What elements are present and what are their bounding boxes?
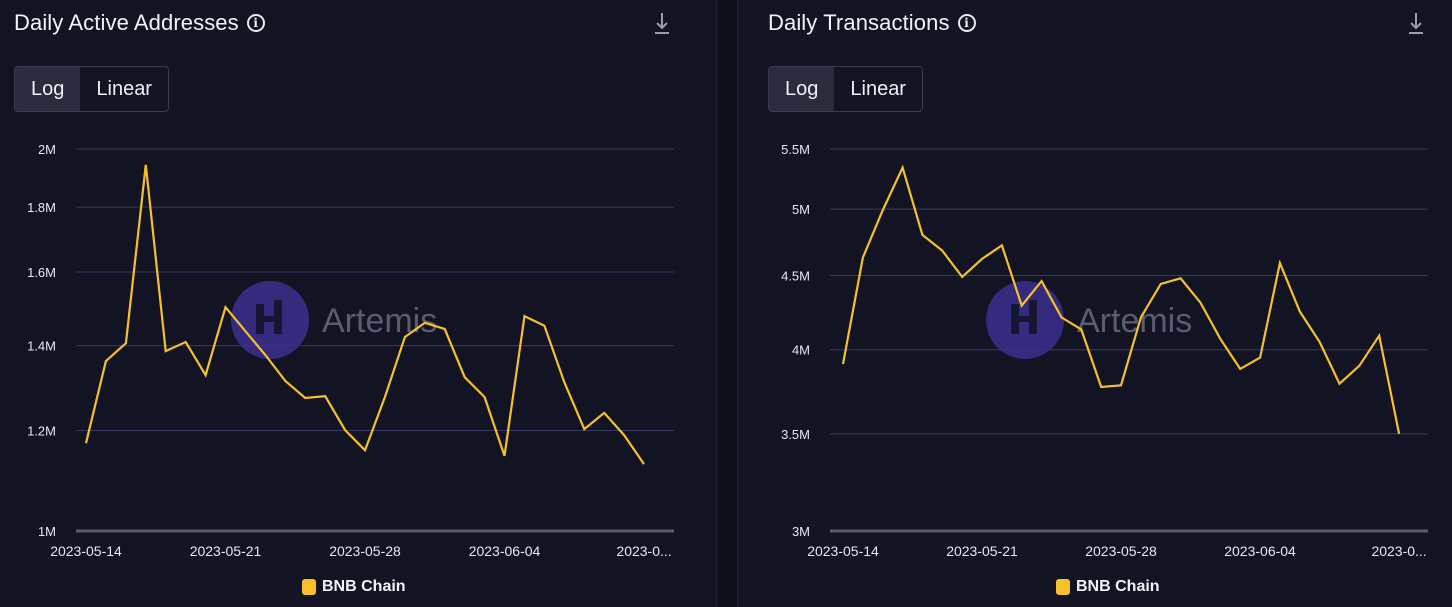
x-tick-label: 2023-0... xyxy=(616,543,671,559)
line-chart: 3M 3.5M 4M 4.5M 5M 5.5M Artemis 2023-05-14 2023-… xyxy=(781,142,1428,559)
x-tick-label: 2023-05-21 xyxy=(190,543,262,559)
legend-item[interactable]: BNB Chain xyxy=(302,578,406,596)
legend-label: BNB Chain xyxy=(322,578,406,595)
legend-swatch xyxy=(1056,579,1070,595)
y-tick-label: 5M xyxy=(792,202,810,217)
x-tick-label: 2023-05-14 xyxy=(50,543,122,559)
watermark-logo-mark xyxy=(256,316,282,322)
x-tick-label: 2023-06-04 xyxy=(1224,543,1296,559)
panel-daily-active-addresses: Daily Active Addresses i Log Linear 1M 1.… xyxy=(0,0,716,607)
y-tick-label: 1.8M xyxy=(27,200,56,215)
y-tick-label: 3M xyxy=(792,524,810,539)
y-tick-label: 1.4M xyxy=(27,339,56,354)
y-tick-label: 4.5M xyxy=(781,268,810,283)
x-tick-label: 2023-06-04 xyxy=(469,543,541,559)
x-tick-label: 2023-05-28 xyxy=(329,543,401,559)
series-line-bnb-chain xyxy=(841,164,1401,435)
y-tick-label: 5.5M xyxy=(781,142,810,157)
panel-divider xyxy=(716,0,738,607)
y-tick-label: 3.5M xyxy=(781,427,810,442)
x-tick-label: 2023-0... xyxy=(1371,543,1426,559)
watermark-text: Artemis xyxy=(1077,302,1192,340)
legend-swatch xyxy=(302,579,316,595)
y-tick-label: 2M xyxy=(38,142,56,157)
y-tick-label: 1M xyxy=(38,524,56,539)
y-tick-label: 4M xyxy=(792,343,810,358)
watermark-text: Artemis xyxy=(322,302,437,340)
legend-item[interactable]: BNB Chain xyxy=(1056,578,1160,596)
x-tick-label: 2023-05-14 xyxy=(807,543,879,559)
artemis-watermark: Artemis xyxy=(231,281,437,359)
legend-label: BNB Chain xyxy=(1076,578,1160,595)
panel-daily-transactions: Daily Transactions i Log Linear 3M 3.5M 4M… xyxy=(738,0,1452,607)
x-tick-label: 2023-05-21 xyxy=(946,543,1018,559)
y-tick-label: 1.2M xyxy=(27,424,56,439)
y-tick-label: 1.6M xyxy=(27,265,56,280)
watermark-logo-mark xyxy=(1011,316,1037,322)
x-tick-label: 2023-05-28 xyxy=(1085,543,1157,559)
line-chart: 1M 1.2M 1.4M 1.6M 1.8M 2M Artemis 2023-05-14 202… xyxy=(27,142,674,559)
